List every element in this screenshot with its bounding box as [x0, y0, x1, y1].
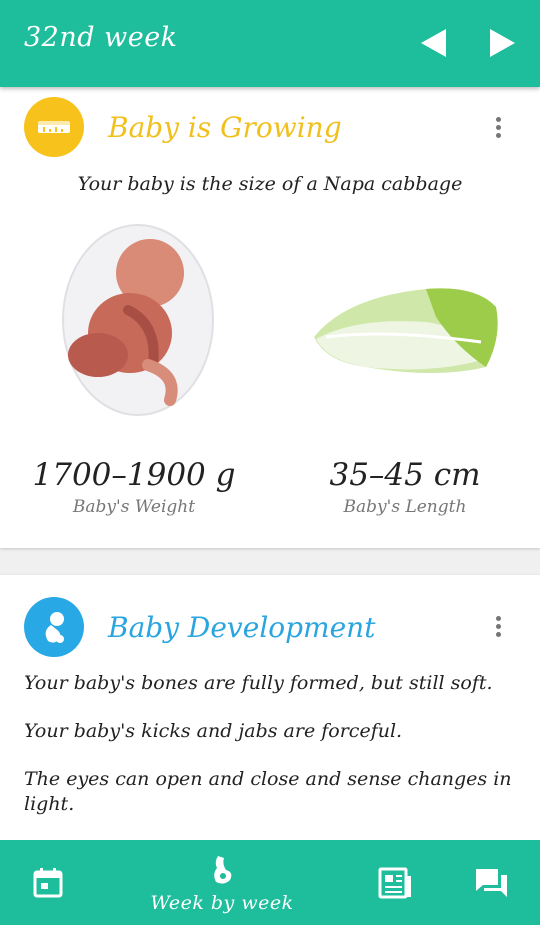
week-title: 32nd week: [24, 22, 178, 53]
development-line: The eyes can open and close and sense ch…: [24, 768, 512, 815]
fetus-icon: [45, 612, 64, 643]
growing-card-menu-button[interactable]: [488, 114, 508, 144]
development-line: Your baby's bones are fully formed, but …: [24, 672, 493, 694]
triangle-left-icon: [421, 29, 446, 57]
baby-length-value: 35–45 cm: [329, 457, 481, 493]
development-text: Your baby's bones are fully formed, but …: [24, 671, 524, 840]
size-comparison-text: Your baby is the size of a Napa cabbage: [77, 173, 463, 195]
measuring-tape-icon: [38, 121, 70, 133]
more-dot: [495, 125, 501, 130]
baby-weight-value: 1700–1900 g: [32, 457, 236, 493]
more-dot: [495, 624, 501, 629]
pregnancy-icon: [214, 856, 232, 884]
previous-week-button[interactable]: [416, 26, 450, 60]
week-by-week-tab[interactable]: Week by week: [150, 854, 294, 918]
more-dot: [495, 133, 501, 138]
articles-tab[interactable]: [378, 866, 414, 900]
forum-tab[interactable]: [474, 866, 510, 900]
top-app-bar: 32nd week: [0, 0, 540, 87]
calendar-icon: [33, 868, 63, 898]
week-by-week-label: Week by week: [150, 892, 294, 914]
triangle-right-icon: [490, 29, 515, 57]
development-card-menu-button[interactable]: [488, 613, 508, 643]
napa-cabbage-image: [314, 288, 498, 373]
baby-length-label: Baby's Length: [343, 497, 467, 517]
more-dot: [495, 632, 501, 637]
more-dot: [495, 616, 501, 621]
growing-card-title: Baby is Growing: [108, 111, 342, 144]
more-dot: [495, 117, 501, 122]
baby-development-card: Baby Development Your baby's bones are f…: [0, 575, 540, 845]
next-week-button[interactable]: [486, 26, 520, 60]
baby-weight-label: Baby's Weight: [72, 497, 196, 517]
calendar-tab[interactable]: [32, 866, 64, 898]
newspaper-icon: [378, 867, 411, 899]
growing-badge: [24, 97, 84, 157]
fetus-illustration: [62, 224, 214, 416]
chat-bubbles-icon: [476, 869, 507, 897]
baby-growing-card: Baby is Growing Your baby is the size of…: [0, 87, 540, 548]
development-line: Your baby's kicks and jabs are forceful.: [24, 720, 403, 742]
bottom-navigation: Week by week: [0, 840, 540, 925]
development-card-title: Baby Development: [108, 611, 376, 644]
development-badge: [24, 597, 84, 657]
